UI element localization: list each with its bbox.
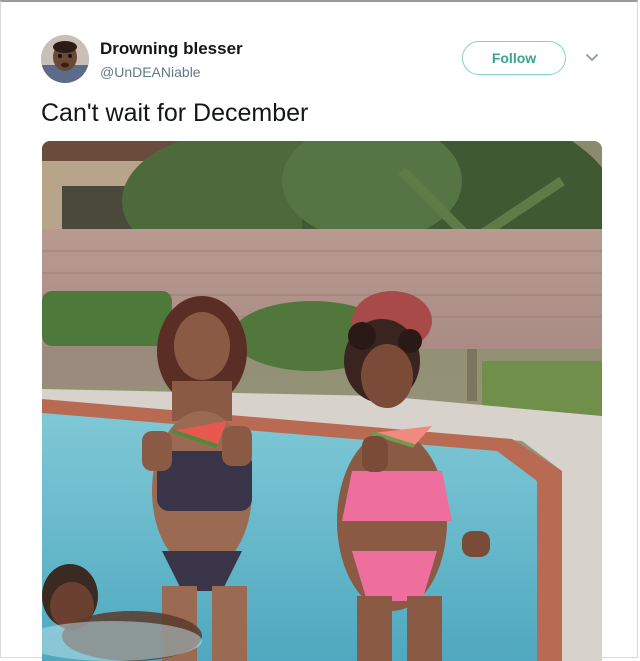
tweet-header: Drowning blesser @UnDEANiable Follow bbox=[41, 35, 611, 85]
chevron-down-icon[interactable] bbox=[584, 50, 600, 66]
avatar[interactable] bbox=[41, 35, 89, 83]
tweet-photo[interactable] bbox=[42, 141, 602, 661]
avatar-image bbox=[41, 35, 89, 83]
tweet-card: Drowning blesser @UnDEANiable Follow Can… bbox=[0, 0, 638, 661]
follow-button[interactable]: Follow bbox=[462, 41, 566, 75]
display-name[interactable]: Drowning blesser bbox=[100, 39, 243, 59]
photo-pool-scene bbox=[42, 141, 602, 661]
user-handle[interactable]: @UnDEANiable bbox=[100, 64, 201, 80]
tweet-text: Can't wait for December bbox=[41, 99, 309, 127]
